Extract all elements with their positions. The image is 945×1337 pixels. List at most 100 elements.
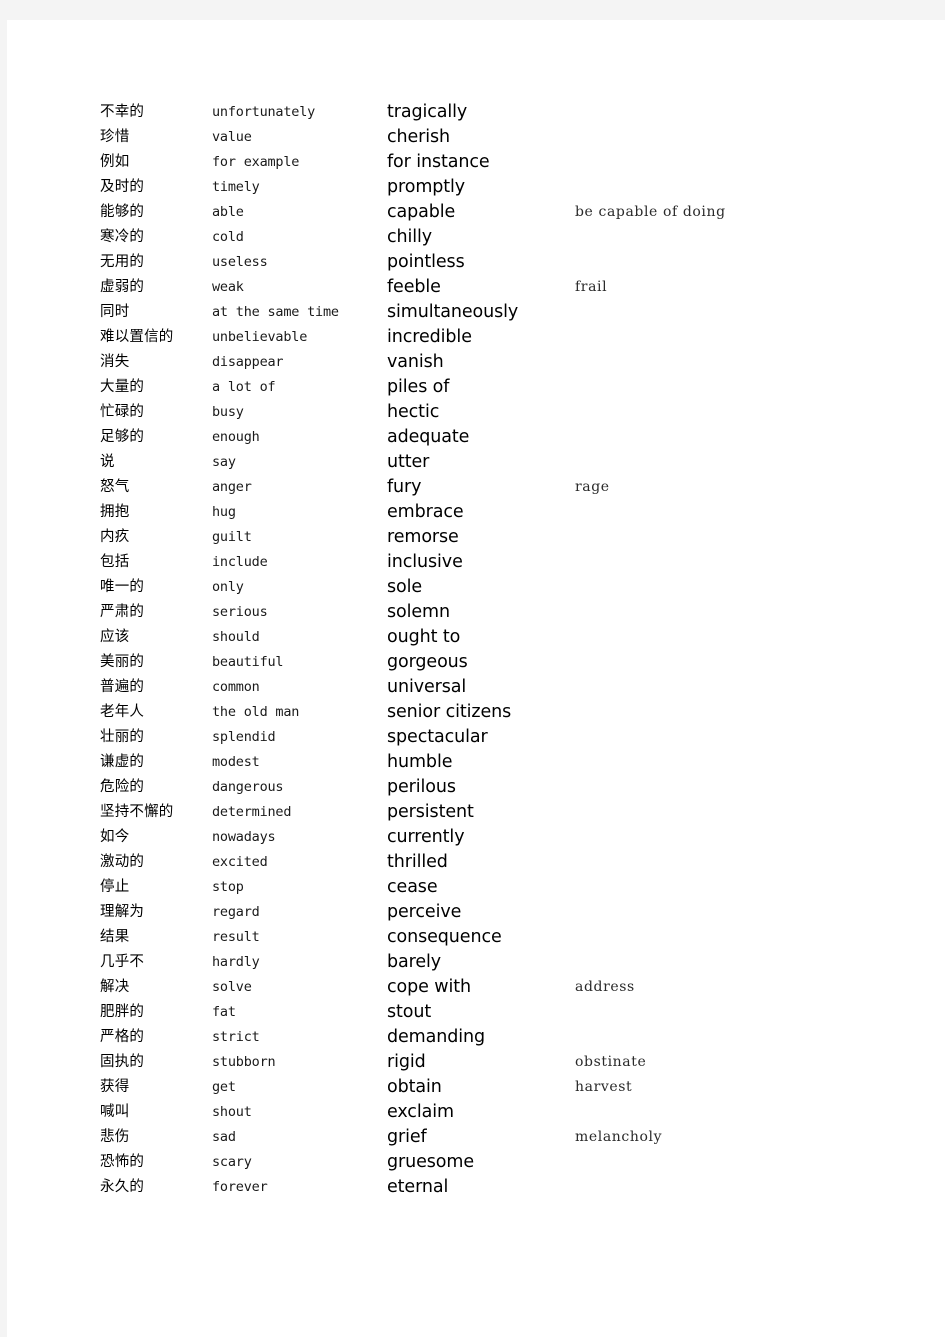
chinese-term: 坚持不懈的 bbox=[100, 804, 174, 820]
chinese-term: 恐怖的 bbox=[100, 1154, 145, 1170]
advanced-word: cherish bbox=[387, 127, 451, 147]
basic-word: guilt bbox=[212, 529, 252, 545]
basic-word: timely bbox=[212, 179, 260, 195]
alternative-word: rage bbox=[575, 479, 610, 495]
chinese-term: 无用的 bbox=[100, 254, 145, 270]
basic-word: hardly bbox=[212, 954, 260, 970]
vocabulary-row: 悲伤 sad grief melancholy bbox=[100, 1125, 900, 1150]
chinese-term: 能够的 bbox=[100, 204, 145, 220]
document-page: 不幸的 unfortunately tragically 珍惜 value cherish… bbox=[7, 20, 945, 1337]
chinese-term: 结果 bbox=[100, 929, 130, 945]
basic-word: busy bbox=[212, 404, 244, 420]
advanced-word: exclaim bbox=[387, 1102, 454, 1122]
vocabulary-row: 如今 nowadays currently bbox=[100, 825, 900, 850]
advanced-word: promptly bbox=[387, 177, 466, 197]
vocabulary-row: 普遍的 common universal bbox=[100, 675, 900, 700]
basic-word: shout bbox=[212, 1104, 252, 1120]
advanced-word: currently bbox=[387, 827, 465, 847]
vocabulary-row: 忙碌的 busy hectic bbox=[100, 400, 900, 425]
advanced-word: ought to bbox=[387, 627, 461, 647]
chinese-term: 解决 bbox=[100, 979, 130, 995]
advanced-word: solemn bbox=[387, 602, 450, 622]
basic-word: include bbox=[212, 554, 268, 570]
basic-word: the old man bbox=[212, 704, 300, 720]
advanced-word: cease bbox=[387, 877, 438, 897]
basic-word: fat bbox=[212, 1004, 236, 1020]
vocabulary-row: 唯一的 only sole bbox=[100, 575, 900, 600]
vocabulary-row: 难以置信的 unbelievable incredible bbox=[100, 325, 900, 350]
chinese-term: 普遍的 bbox=[100, 679, 145, 695]
vocabulary-row: 例如 for example for instance bbox=[100, 150, 900, 175]
chinese-term: 美丽的 bbox=[100, 654, 145, 670]
chinese-term: 固执的 bbox=[100, 1054, 145, 1070]
vocabulary-row: 获得 get obtain harvest bbox=[100, 1075, 900, 1100]
vocabulary-table: 不幸的 unfortunately tragically 珍惜 value cherish… bbox=[100, 100, 900, 1200]
basic-word: get bbox=[212, 1079, 236, 1095]
advanced-word: piles of bbox=[387, 377, 450, 397]
basic-word: nowadays bbox=[212, 829, 276, 845]
vocabulary-row: 恐怖的 scary gruesome bbox=[100, 1150, 900, 1175]
advanced-word: incredible bbox=[387, 327, 472, 347]
basic-word: stubborn bbox=[212, 1054, 276, 1070]
alternative-word: frail bbox=[575, 279, 608, 295]
advanced-word: adequate bbox=[387, 427, 470, 447]
basic-word: hug bbox=[212, 504, 236, 520]
basic-word: say bbox=[212, 454, 236, 470]
advanced-word: grief bbox=[387, 1127, 427, 1147]
advanced-word: simultaneously bbox=[387, 302, 519, 322]
chinese-term: 说 bbox=[100, 454, 115, 470]
chinese-term: 拥抱 bbox=[100, 504, 130, 520]
advanced-word: spectacular bbox=[387, 727, 488, 747]
basic-word: determined bbox=[212, 804, 292, 820]
basic-word: useless bbox=[212, 254, 268, 270]
basic-word: weak bbox=[212, 279, 244, 295]
chinese-term: 几乎不 bbox=[100, 954, 145, 970]
vocabulary-row: 包括 include inclusive bbox=[100, 550, 900, 575]
basic-word: common bbox=[212, 679, 260, 695]
vocabulary-row: 应该 should ought to bbox=[100, 625, 900, 650]
advanced-word: hectic bbox=[387, 402, 440, 422]
vocabulary-row: 激动的 excited thrilled bbox=[100, 850, 900, 875]
chinese-term: 包括 bbox=[100, 554, 130, 570]
vocabulary-row: 大量的 a lot of piles of bbox=[100, 375, 900, 400]
advanced-word: remorse bbox=[387, 527, 459, 547]
advanced-word: persistent bbox=[387, 802, 474, 822]
advanced-word: stout bbox=[387, 1002, 432, 1022]
chinese-term: 永久的 bbox=[100, 1179, 145, 1195]
vocabulary-row: 不幸的 unfortunately tragically bbox=[100, 100, 900, 125]
advanced-word: humble bbox=[387, 752, 453, 772]
advanced-word: feeble bbox=[387, 277, 441, 297]
basic-word: unfortunately bbox=[212, 104, 316, 120]
vocabulary-row: 解决 solve cope with address bbox=[100, 975, 900, 1000]
vocabulary-row: 严格的 strict demanding bbox=[100, 1025, 900, 1050]
advanced-word: gruesome bbox=[387, 1152, 474, 1172]
vocabulary-row: 喊叫 shout exclaim bbox=[100, 1100, 900, 1125]
advanced-word: cope with bbox=[387, 977, 471, 997]
chinese-term: 危险的 bbox=[100, 779, 145, 795]
chinese-term: 获得 bbox=[100, 1079, 130, 1095]
advanced-word: perceive bbox=[387, 902, 462, 922]
advanced-word: perilous bbox=[387, 777, 456, 797]
basic-word: serious bbox=[212, 604, 268, 620]
vocabulary-row: 能够的 able capable be capable of doing bbox=[100, 200, 900, 225]
chinese-term: 内疚 bbox=[100, 529, 130, 545]
advanced-word: rigid bbox=[387, 1052, 426, 1072]
alternative-word: obstinate bbox=[575, 1054, 647, 1070]
chinese-term: 大量的 bbox=[100, 379, 145, 395]
basic-word: solve bbox=[212, 979, 252, 995]
chinese-term: 消失 bbox=[100, 354, 130, 370]
basic-word: should bbox=[212, 629, 260, 645]
chinese-term: 及时的 bbox=[100, 179, 145, 195]
vocabulary-row: 理解为 regard perceive bbox=[100, 900, 900, 925]
chinese-term: 谦虚的 bbox=[100, 754, 145, 770]
chinese-term: 肥胖的 bbox=[100, 1004, 145, 1020]
advanced-word: demanding bbox=[387, 1027, 486, 1047]
chinese-term: 忙碌的 bbox=[100, 404, 145, 420]
basic-word: regard bbox=[212, 904, 260, 920]
chinese-term: 停止 bbox=[100, 879, 130, 895]
chinese-term: 应该 bbox=[100, 629, 130, 645]
advanced-word: gorgeous bbox=[387, 652, 468, 672]
chinese-term: 如今 bbox=[100, 829, 130, 845]
basic-word: stop bbox=[212, 879, 244, 895]
basic-word: a lot of bbox=[212, 379, 276, 395]
